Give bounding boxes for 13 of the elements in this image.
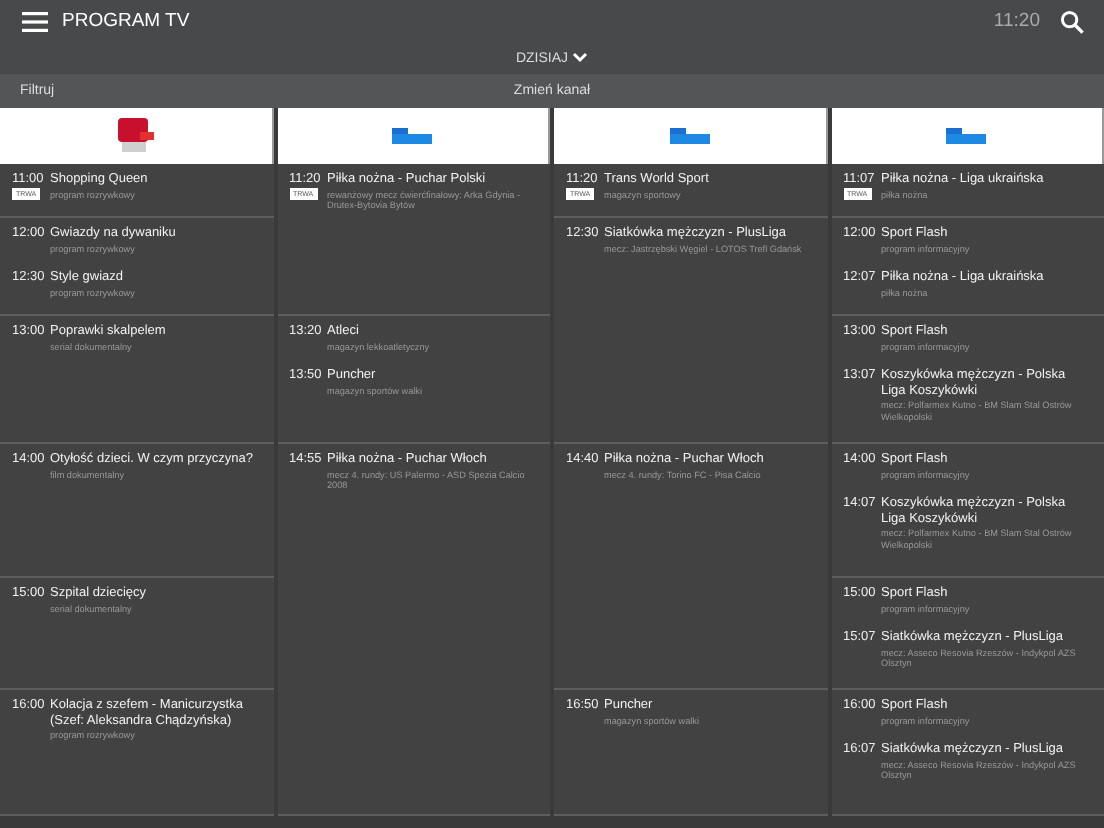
channel-header[interactable] (277, 108, 550, 164)
chevron-down-icon (572, 52, 589, 64)
channel-header[interactable] (554, 108, 827, 164)
app-title: PROGRAM TV (62, 10, 192, 32)
channel-logo-drawing (946, 128, 987, 144)
menu-icon[interactable] (22, 11, 48, 31)
clock-time: 11:20 (993, 10, 1040, 32)
channel-logo-drawing (669, 128, 710, 144)
search-icon[interactable] (1060, 9, 1084, 33)
channel-logo-drawing (115, 118, 156, 154)
channel-logo-drawing (392, 128, 433, 144)
channel-header[interactable] (0, 108, 273, 164)
channel-header[interactable] (831, 108, 1104, 164)
